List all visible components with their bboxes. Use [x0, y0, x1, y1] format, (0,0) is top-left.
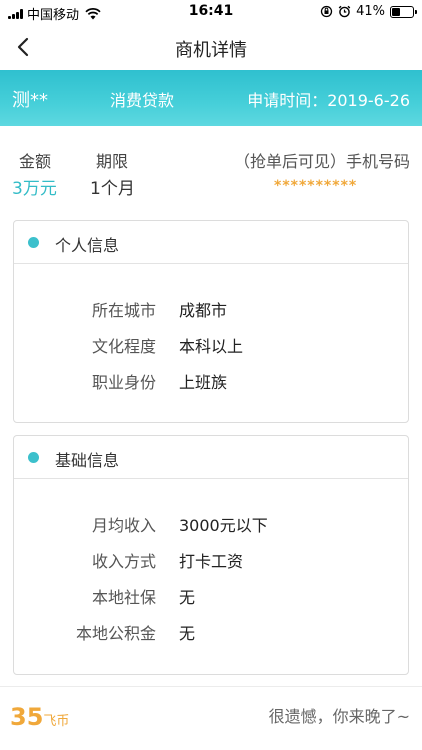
row-value: 成都市 — [179, 301, 228, 320]
info-row: 职业身份 上班族 — [14, 369, 410, 393]
info-row: 收入方式 打卡工资 — [14, 548, 410, 572]
status-right: 41% — [320, 4, 417, 19]
section-dot-icon — [28, 237, 39, 248]
row-value: 无 — [179, 588, 196, 607]
row-value: 无 — [179, 624, 196, 643]
personal-info-card: 个人信息 所在城市 成都市 文化程度 本科以上 职业身份 上班族 — [13, 220, 409, 423]
info-row: 所在城市 成都市 — [14, 297, 410, 321]
lead-summary: 金额 3万元 期限 1个月 （抢单后可见）手机号码 ********** — [0, 126, 422, 212]
battery-level — [392, 7, 401, 16]
basic-info-title: 基础信息 — [55, 451, 120, 470]
orientation-lock-icon — [320, 5, 333, 18]
row-label: 本地公积金 — [75, 624, 156, 643]
battery-icon — [390, 5, 417, 18]
phone-value-masked: ********** — [274, 178, 358, 194]
info-row: 本地公积金 无 — [14, 620, 410, 644]
applicant-name: 测** — [12, 90, 48, 111]
row-label: 职业身份 — [91, 373, 156, 392]
bottom-action-bar: 35飞币 很遗憾，你来晚了~ — [0, 686, 422, 750]
row-label: 本地社保 — [91, 588, 156, 607]
term-label: 期限 — [96, 152, 129, 171]
loan-type: 消费贷款 — [110, 91, 175, 110]
personal-info-title: 个人信息 — [55, 236, 120, 255]
term-value: 1个月 — [90, 179, 135, 199]
phone-label: （抢单后可见）手机号码 — [233, 152, 410, 171]
row-label: 文化程度 — [91, 337, 156, 356]
apply-time: 申请时间：2019-6-26 — [247, 91, 410, 110]
info-row: 月均收入 3000元以下 — [14, 512, 410, 536]
coin-price: 35飞币 — [10, 703, 69, 731]
amount-value: 3万元 — [12, 179, 57, 199]
info-row: 本地社保 无 — [14, 584, 410, 608]
coin-amount: 35 — [10, 703, 44, 731]
row-label: 月均收入 — [91, 516, 156, 535]
basic-info-header: 基础信息 — [14, 436, 408, 479]
lead-header-band: 测** 消费贷款 申请时间：2019-6-26 — [0, 70, 422, 126]
too-late-message: 很遗憾，你来晚了~ — [268, 707, 410, 726]
status-bar: 中国移动 16:41 41% — [0, 0, 422, 24]
row-label: 收入方式 — [91, 552, 156, 571]
nav-bar: 商机详情 — [0, 24, 422, 70]
personal-info-header: 个人信息 — [14, 221, 408, 264]
section-dot-icon — [28, 452, 39, 463]
basic-info-card: 基础信息 月均收入 3000元以下 收入方式 打卡工资 本地社保 无 本地公积金… — [13, 435, 409, 675]
row-value: 打卡工资 — [179, 552, 244, 571]
row-value: 3000元以下 — [179, 516, 268, 535]
row-value: 上班族 — [179, 373, 228, 392]
page-title: 商机详情 — [175, 40, 247, 61]
row-label: 所在城市 — [91, 301, 156, 320]
battery-percent: 41% — [356, 4, 385, 19]
row-value: 本科以上 — [179, 337, 244, 356]
coin-unit: 飞币 — [43, 714, 70, 729]
amount-label: 金额 — [19, 152, 52, 171]
alarm-icon — [338, 5, 351, 18]
info-row: 文化程度 本科以上 — [14, 333, 410, 357]
